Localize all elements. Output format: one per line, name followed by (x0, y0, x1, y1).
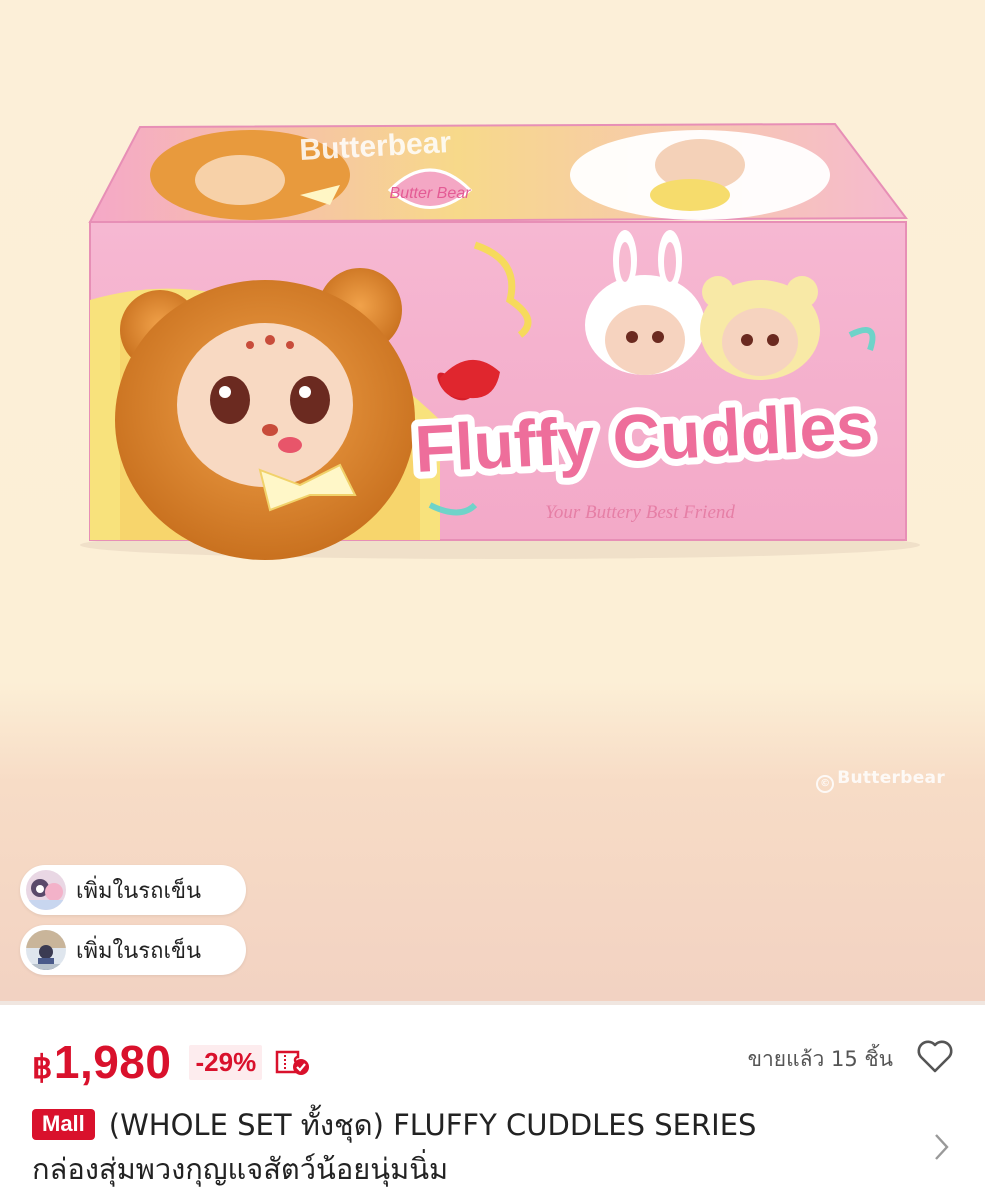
discount-badge: -29% (189, 1044, 263, 1080)
product-page: Butter Bear Butterbear Fluffy Cuddles Fl… (0, 0, 985, 1200)
product-image-area[interactable]: Butter Bear Butterbear Fluffy Cuddles Fl… (0, 0, 985, 1003)
product-info: ฿1,980 -29% ขายแล้ว 15 ชิ้น Mall (WHOLE S… (0, 1005, 985, 1200)
product-title: Mall (WHOLE SET ทั้งชุด) FLUFFY CUDDLES S… (32, 1103, 912, 1191)
bubble-label: เพิ่มในรถเข็น (76, 938, 202, 964)
bubble-label: เพิ่มในรถเข็น (76, 878, 202, 904)
brand-watermark: © Butterbear (816, 768, 945, 793)
voucher-icon (275, 1050, 310, 1075)
product-box-image: Butter Bear Butterbear Fluffy Cuddles Fl… (80, 122, 920, 560)
add-to-cart-bubble[interactable]: เพิ่มในรถเข็น (20, 865, 246, 915)
shopper-avatar (26, 870, 66, 910)
add-to-cart-bubble[interactable]: เพิ่มในรถเข็น (20, 925, 246, 975)
sold-count: ขายแล้ว 15 ชิ้น (747, 1047, 893, 1071)
title-line-2: กล่องสุ่มพวงกุญแจสัตว์น้อยนุ่มนิ่ม (32, 1152, 449, 1186)
price: ฿1,980 (32, 1036, 172, 1088)
box-tagline: Your Buttery Best Friend (545, 502, 735, 523)
price-row: ฿1,980 -29% (32, 1035, 312, 1089)
chevron-right-icon[interactable] (931, 1130, 953, 1164)
title-line-1: Mall (WHOLE SET ทั้งชุด) FLUFFY CUDDLES S… (32, 1103, 912, 1147)
mall-badge: Mall (32, 1109, 95, 1140)
title-text-1: (WHOLE SET ทั้งชุด) FLUFFY CUDDLES SERIE… (108, 1108, 757, 1142)
shopper-avatar (26, 930, 66, 970)
heart-icon[interactable] (915, 1037, 955, 1075)
box-heart-text: Butter Bear (390, 185, 472, 202)
